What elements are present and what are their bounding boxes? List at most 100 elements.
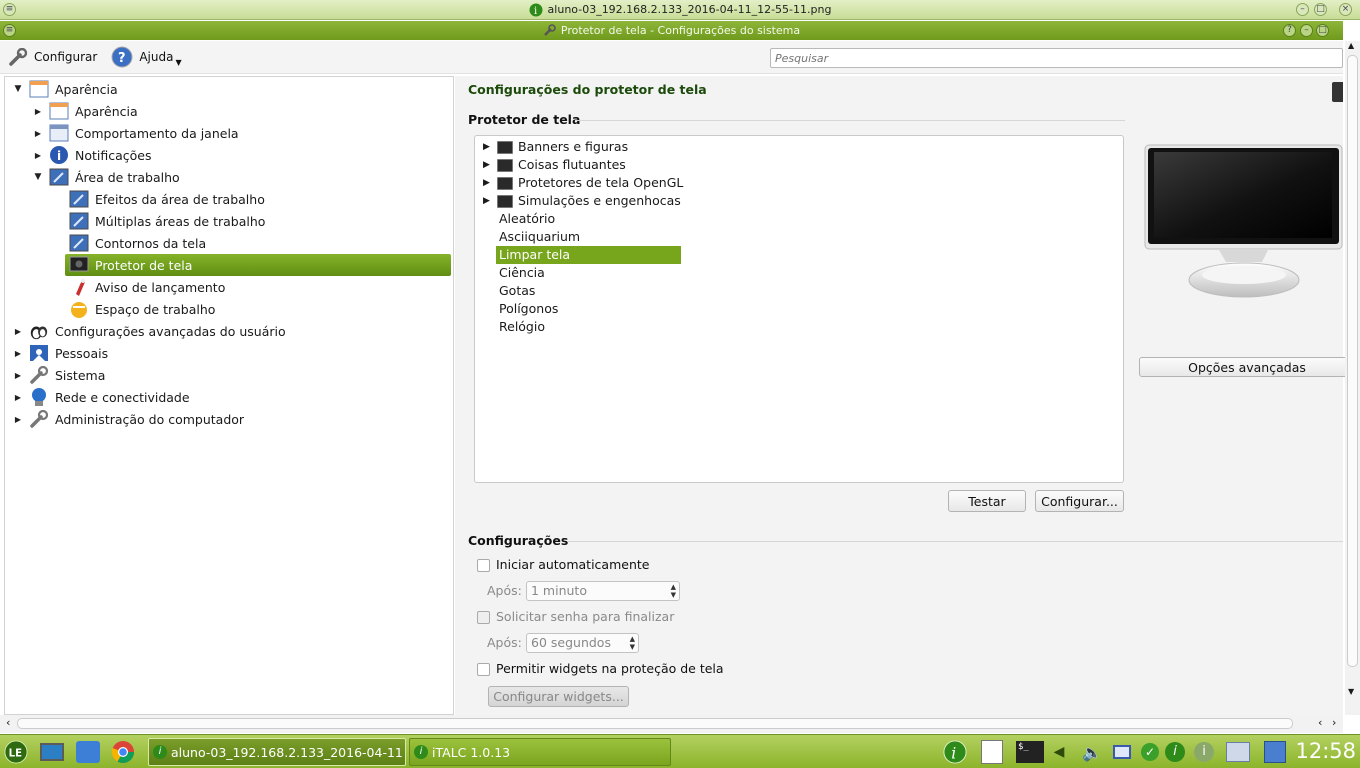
italc-icon[interactable]: i xyxy=(943,740,967,764)
screensaver-list[interactable]: ▶ Banners e figuras ▶ Coisas flutuantes ▶ Pro… xyxy=(474,135,1124,483)
chevron-right-icon[interactable]: ▶ xyxy=(13,393,23,402)
screensaver-group[interactable]: ▶ Banners e figuras xyxy=(483,138,631,156)
chevron-right-icon[interactable]: ▶ xyxy=(13,415,23,424)
desktop-icon[interactable] xyxy=(40,740,64,764)
tree-item[interactable]: ▶ Rede e conectividade xyxy=(15,386,190,408)
tree-item[interactable]: Espaço de trabalho xyxy=(69,298,215,320)
window-menu-button[interactable]: ≡ xyxy=(3,3,16,16)
tree-item[interactable]: ▶ Administração do computador xyxy=(15,408,244,430)
wrench-icon xyxy=(543,24,556,36)
minimize-button[interactable]: – xyxy=(1296,3,1309,16)
file-manager-icon[interactable] xyxy=(76,740,100,764)
require-password-checkbox[interactable] xyxy=(477,611,490,624)
taskbar-task[interactable]: i aluno-03_192.168.2.133_2016-04-11 xyxy=(148,738,406,766)
scroll-thumb[interactable] xyxy=(17,718,1293,729)
tree-item[interactable]: ▶ Aparência xyxy=(35,100,138,122)
terminal-icon[interactable]: $_ xyxy=(1015,740,1045,764)
chevron-right-icon[interactable]: ▶ xyxy=(33,107,43,116)
tree-item[interactable]: Efeitos da área de trabalho xyxy=(69,188,265,210)
category-tree: ▼ Aparência ▶ Aparência ▶ Comportamento da ja… xyxy=(4,76,454,715)
vertical-scrollbar[interactable]: ▲ ▼ xyxy=(1345,41,1360,715)
info-tray-icon[interactable]: i xyxy=(1192,740,1216,764)
allow-widgets-checkbox[interactable] xyxy=(477,663,490,676)
tree-item[interactable]: Contornos da tela xyxy=(69,232,206,254)
start-menu-icon[interactable]: LE xyxy=(4,740,28,764)
tray-collapse-icon[interactable]: ◀ xyxy=(1052,740,1066,764)
screensaver-item[interactable]: Aleatório xyxy=(496,210,558,228)
tree-item[interactable]: ▼ Área de trabalho xyxy=(35,166,180,188)
horizontal-scrollbar[interactable]: ‹ ‹ › xyxy=(0,715,1343,733)
tree-item[interactable]: Protetor de tela xyxy=(65,254,451,276)
screensaver-group[interactable]: ▶ Protetores de tela OpenGL xyxy=(483,174,686,192)
timeout-spinbox[interactable]: 1 minuto ▲ ▼ xyxy=(526,581,680,601)
password-delay-spinbox[interactable]: 60 segundos ▲ ▼ xyxy=(526,633,639,653)
chevron-right-icon[interactable]: ▶ xyxy=(483,196,493,206)
screensaver-label: Limpar tela xyxy=(496,246,681,264)
maximize-button[interactable]: □ xyxy=(1314,3,1327,16)
chevron-right-icon[interactable]: ▶ xyxy=(483,142,493,152)
tree-item[interactable]: ▶ Comportamento da janela xyxy=(35,122,239,144)
window-list-icon[interactable] xyxy=(1226,740,1250,764)
chevron-right-icon[interactable]: ▶ xyxy=(33,129,43,138)
chevron-right-icon[interactable]: ▶ xyxy=(33,151,43,160)
help-menu-button[interactable]: ? Ajuda ▼ xyxy=(111,46,182,68)
tree-item[interactable]: ▶ Pessoais xyxy=(15,342,108,364)
help-title-button[interactable]: ? xyxy=(1283,24,1296,37)
screensaver-group[interactable]: ▶ Simulações e engenhocas xyxy=(483,192,684,210)
screensaver-item[interactable]: Polígonos xyxy=(496,300,561,318)
screensaver-item[interactable]: Limpar tela xyxy=(496,246,681,264)
tree-item-label: Rede e conectividade xyxy=(55,389,190,405)
tree-item[interactable]: ▶ i Notificações xyxy=(35,144,152,166)
taskbar-task[interactable]: i iTALC 1.0.13 xyxy=(409,738,671,766)
text-editor-icon[interactable] xyxy=(980,740,1004,764)
chevron-right-icon[interactable]: ▶ xyxy=(483,178,493,188)
tree-item[interactable]: Aviso de lançamento xyxy=(69,276,225,298)
app-maximize-button[interactable]: □ xyxy=(1316,24,1329,37)
app-minimize-button[interactable]: – xyxy=(1300,24,1313,37)
monitor-icon xyxy=(497,176,513,190)
scroll-thumb[interactable] xyxy=(1347,55,1358,667)
chevron-right-icon[interactable]: ▶ xyxy=(13,349,23,358)
tree-item[interactable]: ▶ Sistema xyxy=(15,364,105,386)
tree-item-label: Efeitos da área de trabalho xyxy=(95,191,265,207)
screensaver-item[interactable]: Asciiquarium xyxy=(496,228,583,246)
configure-button[interactable]: Configurar... xyxy=(1035,490,1124,512)
tree-item-label: Contornos da tela xyxy=(95,235,207,251)
configure-menu-button[interactable]: Configurar xyxy=(8,48,97,66)
close-button[interactable]: × xyxy=(1339,3,1352,16)
screensaver-item[interactable]: Relógio xyxy=(496,318,548,336)
chevron-right-icon[interactable]: ▶ xyxy=(483,160,493,170)
italc-tray-icon[interactable]: i xyxy=(1163,740,1187,764)
screensaver-settings-panel: Configurações do protetor de tela Protet… xyxy=(455,76,1355,715)
search-input[interactable] xyxy=(770,48,1343,68)
chevron-right-icon[interactable]: ▶ xyxy=(13,371,23,380)
monitor-icon xyxy=(497,158,513,172)
tree-item[interactable]: ▼ Aparência xyxy=(15,78,118,100)
test-button[interactable]: Testar xyxy=(948,490,1026,512)
app-menu-button[interactable]: ≡ xyxy=(3,24,16,37)
screensaver-item[interactable]: Ciência xyxy=(496,264,548,282)
advanced-options-button[interactable]: Opções avançadas xyxy=(1139,357,1355,377)
scroll-right-icon[interactable]: › xyxy=(1332,716,1336,729)
network-icon[interactable] xyxy=(1110,740,1134,764)
chevron-right-icon[interactable]: ▶ xyxy=(13,327,23,336)
svg-text:i: i xyxy=(951,743,956,762)
screensaver-preview xyxy=(1144,144,1343,304)
chevron-down-icon[interactable]: ▼ xyxy=(33,172,43,182)
chrome-icon[interactable] xyxy=(111,740,135,764)
screensaver-item[interactable]: Gotas xyxy=(496,282,538,300)
screensaver-group[interactable]: ▶ Coisas flutuantes xyxy=(483,156,629,174)
screensaver-label: Asciiquarium xyxy=(499,229,581,244)
scroll-left-end-icon[interactable]: ‹ xyxy=(1318,716,1322,729)
configure-widgets-button[interactable]: Configurar widgets... xyxy=(488,686,629,707)
scroll-up-icon[interactable]: ▲ xyxy=(1348,41,1354,50)
tree-item[interactable]: ▶ Configurações avançadas do usuário xyxy=(15,320,286,342)
scroll-down-icon[interactable]: ▼ xyxy=(1348,687,1354,696)
scroll-left-icon[interactable]: ‹ xyxy=(6,716,10,729)
auto-start-checkbox[interactable] xyxy=(477,559,490,572)
tree-item[interactable]: Múltiplas áreas de trabalho xyxy=(69,210,265,232)
volume-icon[interactable]: 🔈 xyxy=(1080,740,1104,764)
checkmark-icon[interactable]: ✓ xyxy=(1138,740,1162,764)
chevron-down-icon[interactable]: ▼ xyxy=(13,84,23,94)
package-icon[interactable] xyxy=(1263,740,1287,764)
